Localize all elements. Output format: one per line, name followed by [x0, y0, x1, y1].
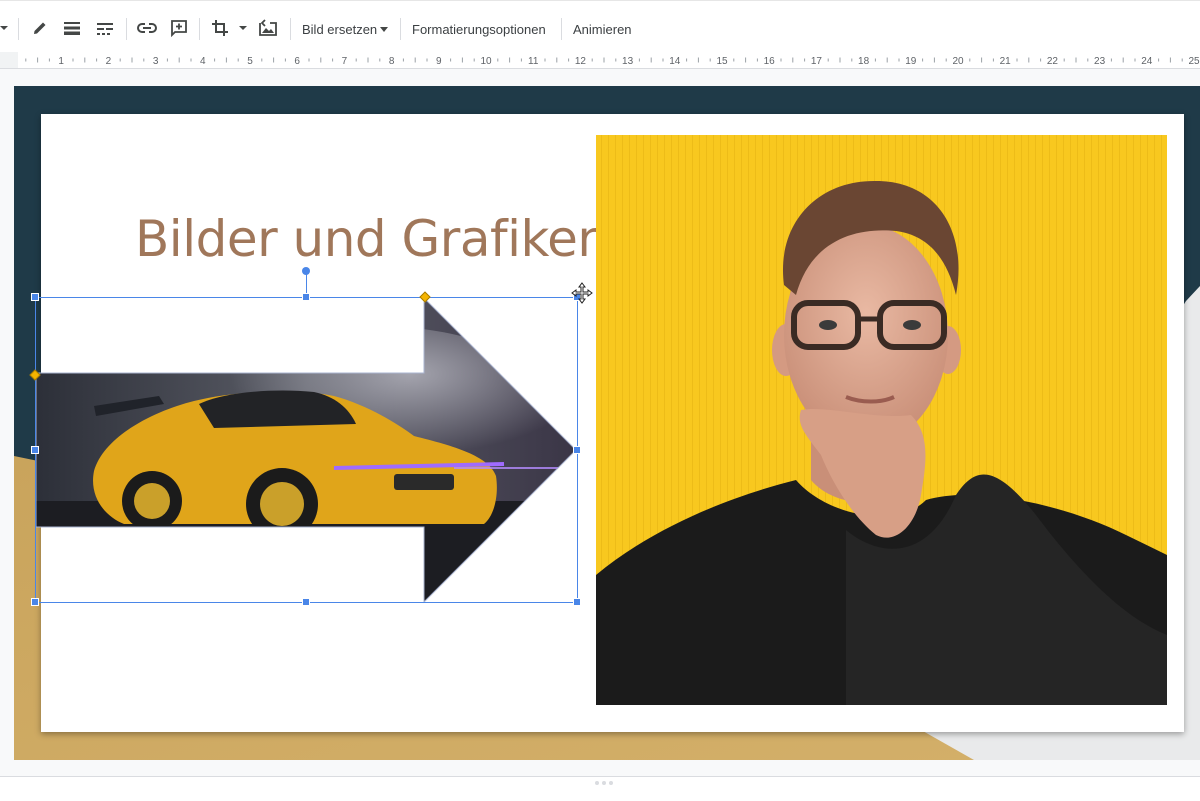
- toolbar-divider: [126, 18, 127, 40]
- ruler-number: 5: [247, 56, 253, 67]
- ruler-number: 14: [669, 56, 681, 67]
- reset-image-icon[interactable]: [256, 15, 280, 41]
- resize-handle-top-left[interactable]: [31, 293, 39, 301]
- ruler-number: 13: [622, 56, 634, 67]
- add-comment-icon[interactable]: [167, 15, 191, 41]
- ruler-number: 24: [1141, 56, 1153, 67]
- resize-handle-bottom-left[interactable]: [31, 598, 39, 606]
- replace-image-button[interactable]: Bild ersetzen: [302, 16, 389, 42]
- ruler-number: 19: [905, 56, 917, 67]
- ruler-number: 17: [811, 56, 823, 67]
- ruler-number: 8: [389, 56, 395, 67]
- ruler-number: 6: [294, 56, 300, 67]
- toolbar-divider: [199, 18, 200, 40]
- toolbar-divider: [290, 18, 291, 40]
- ruler-number: 25: [1188, 56, 1200, 67]
- animate-label: Animieren: [573, 21, 632, 37]
- resize-handle-bottom[interactable]: [302, 598, 310, 606]
- ruler-number: 1: [58, 56, 64, 67]
- ruler-number: 16: [764, 56, 776, 67]
- chevron-down-icon: [380, 26, 389, 32]
- ruler-number: 10: [480, 56, 492, 67]
- portrait-photo[interactable]: [596, 135, 1167, 705]
- ruler-number: 11: [528, 56, 539, 67]
- link-icon[interactable]: [135, 15, 159, 41]
- toolbar-divider: [18, 18, 19, 40]
- dropdown-caret-icon[interactable]: [0, 15, 10, 41]
- slide-title[interactable]: Bilder und Grafiken: [135, 210, 609, 268]
- horizontal-ruler[interactable]: 1 2 3 4 5 6 7 8 9 10 11 12 13 14 15 16 17 18 19 20 21 22 23 24 2…: [0, 52, 1200, 69]
- ruler-number: 2: [106, 56, 112, 67]
- ruler-number: 7: [342, 56, 348, 67]
- animate-button[interactable]: Animieren: [573, 16, 632, 42]
- ruler-scale: 1 2 3 4 5 6 7 8 9 10 11 12 13 14 15 16 17 18 19 20 21 22 23 24 2…: [25, 56, 1200, 67]
- speaker-notes-divider[interactable]: [0, 776, 1200, 801]
- ruler-number: 21: [1000, 56, 1012, 67]
- ruler-number: 15: [716, 56, 728, 67]
- ruler-number: 20: [952, 56, 964, 67]
- replace-image-label: Bild ersetzen: [302, 21, 378, 37]
- line-weight-icon[interactable]: [60, 15, 84, 41]
- resize-handle-top[interactable]: [302, 293, 310, 301]
- ruler-number: 12: [575, 56, 587, 67]
- drag-grip-icon[interactable]: [595, 781, 613, 785]
- toolbar: Bild ersetzen Formatierungsoptionen Anim…: [0, 0, 1200, 54]
- ruler-number: 9: [436, 56, 442, 67]
- ruler-number: 18: [858, 56, 870, 67]
- crop-icon[interactable]: [208, 15, 232, 41]
- format-options-label: Formatierungsoptionen: [412, 21, 546, 37]
- ruler-number: 3: [153, 56, 159, 67]
- ruler-number: 22: [1047, 56, 1059, 67]
- pen-icon[interactable]: [28, 15, 52, 41]
- line-dash-icon[interactable]: [93, 15, 117, 41]
- format-options-button[interactable]: Formatierungsoptionen: [412, 16, 546, 42]
- car-arrow-image[interactable]: [34, 296, 579, 611]
- rotate-handle[interactable]: [302, 267, 310, 275]
- crop-dropdown-icon[interactable]: [236, 15, 250, 41]
- resize-handle-right[interactable]: [573, 446, 581, 454]
- toolbar-divider: [400, 18, 401, 40]
- ruler-number: 23: [1094, 56, 1106, 67]
- resize-handle-left[interactable]: [31, 446, 39, 454]
- toolbar-divider: [561, 18, 562, 40]
- resize-handle-bottom-right[interactable]: [573, 598, 581, 606]
- ruler-number: 4: [200, 56, 206, 67]
- move-cursor-icon: [571, 282, 593, 309]
